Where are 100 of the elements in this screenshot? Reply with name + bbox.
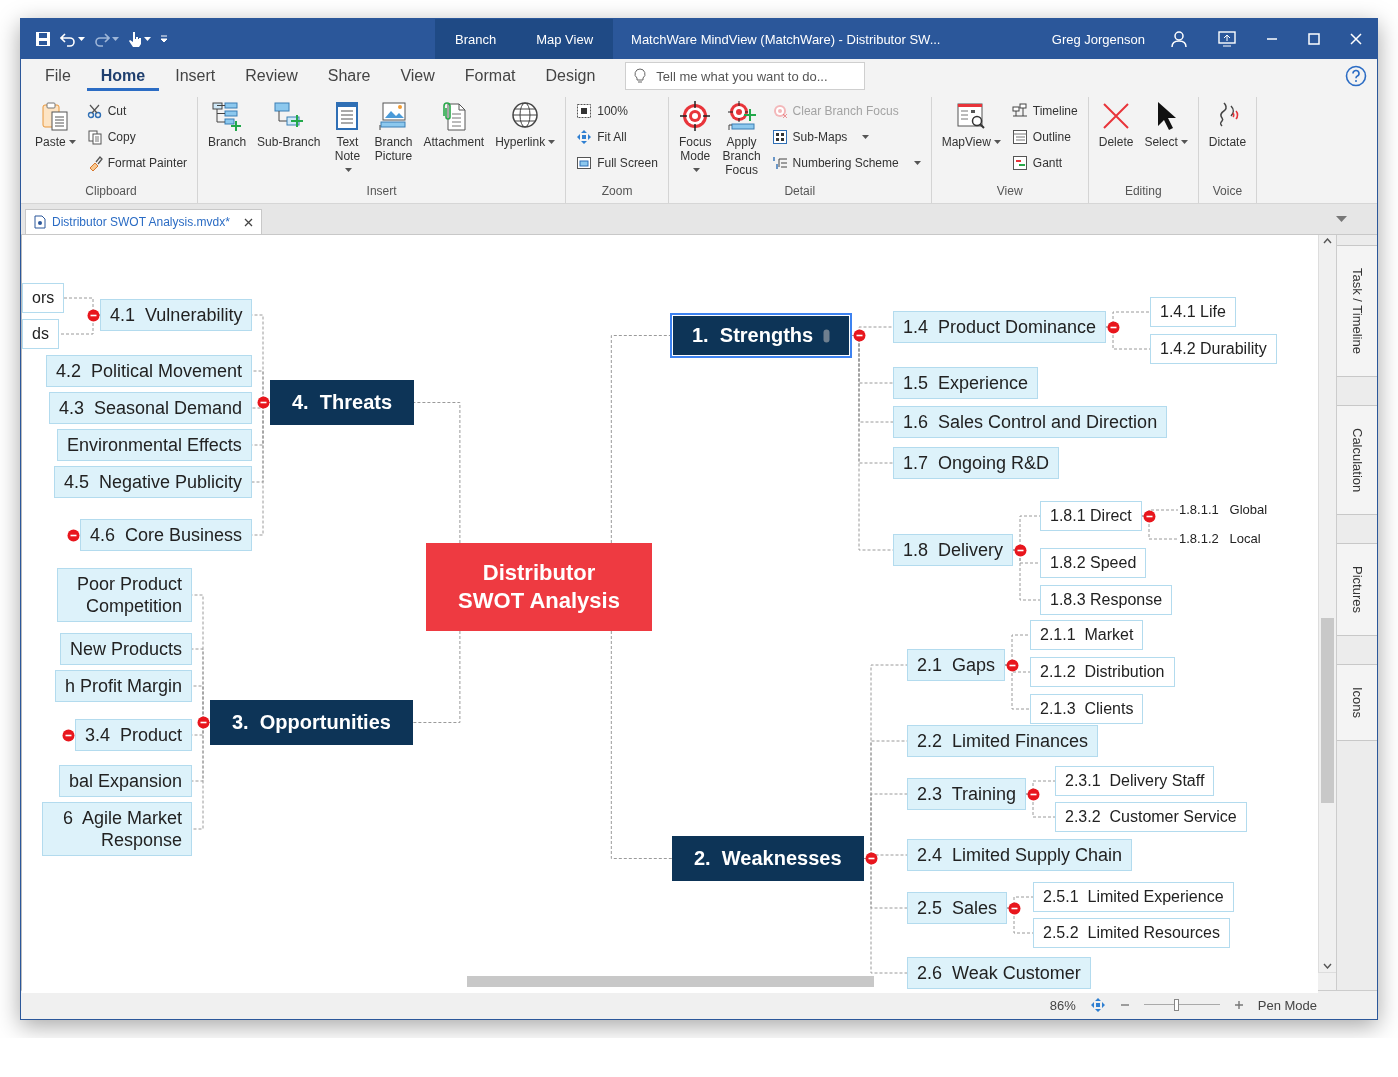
subtopic[interactable]: 2.3 Training <box>907 778 1027 810</box>
ribbon-button[interactable]: Text Note <box>327 97 368 180</box>
subtopic[interactable]: 1.8.1 Direct <box>1040 501 1142 531</box>
subtopic[interactable]: 1.7 Ongoing R&D <box>893 447 1060 479</box>
ribbon-button[interactable]: Numbering Scheme <box>767 151 925 175</box>
ribbon-button[interactable]: Paste <box>31 97 80 152</box>
subtopic[interactable]: 4.6 Core Business <box>80 519 253 551</box>
main-topic[interactable]: 2. Weaknesses <box>672 836 864 881</box>
main-topic[interactable]: 1. Strengths <box>670 313 853 358</box>
ribbon-button[interactable]: Apply Branch Focus <box>718 97 765 180</box>
ribbon-button[interactable]: Branch <box>204 97 251 152</box>
subtopic[interactable]: ds <box>22 319 59 349</box>
ribbon-tab[interactable]: Design <box>531 61 610 91</box>
ribbon-tab[interactable]: File <box>31 61 85 91</box>
collapse-icon[interactable] <box>1026 787 1040 801</box>
subtopic[interactable]: 2.3.2 Customer Service <box>1055 802 1247 832</box>
help-button[interactable] <box>1345 65 1367 87</box>
ribbon-button[interactable]: Focus Mode <box>674 97 716 180</box>
save-button[interactable] <box>33 29 53 49</box>
subtopic[interactable]: 2.6 Weak Customer <box>907 957 1091 989</box>
ribbon-button[interactable]: Copy <box>82 125 192 149</box>
ribbon-button[interactable]: Gantt <box>1007 151 1082 175</box>
ribbon-button[interactable]: Outline <box>1007 125 1082 149</box>
subtopic[interactable]: 2.5 Sales <box>907 892 1008 924</box>
collapse-icon[interactable] <box>1007 901 1021 915</box>
zoom-in-button[interactable] <box>1233 1000 1244 1010</box>
subtopic[interactable]: New Products <box>60 633 193 665</box>
subtopic[interactable]: 2.1 Gaps <box>907 649 1006 681</box>
ribbon-button[interactable]: Hyperlink <box>491 97 560 152</box>
ribbon-button[interactable]: Select <box>1140 97 1192 152</box>
subtopic[interactable]: Environmental Effects <box>57 429 252 461</box>
collapse-icon[interactable] <box>86 308 100 322</box>
customize-button[interactable] <box>158 33 170 45</box>
ribbon-button[interactable]: Branch Picture <box>370 97 417 166</box>
subtopic[interactable]: bal Expansion <box>59 765 193 797</box>
subtopic[interactable]: 2.2 Limited Finances <box>907 725 1099 757</box>
touch-mode-button[interactable] <box>126 29 153 49</box>
collapse-icon[interactable] <box>1005 658 1019 672</box>
subtopic[interactable]: 2.5.1 Limited Experience <box>1033 882 1234 912</box>
subtopic[interactable]: 2.1.3 Clients <box>1030 694 1144 724</box>
ribbon-tab[interactable]: Format <box>450 61 530 91</box>
collapse-icon[interactable] <box>1142 509 1156 523</box>
main-topic[interactable]: 3. Opportunities <box>210 700 413 745</box>
subtopic[interactable]: 4.1 Vulnerability <box>100 299 253 331</box>
subtopic[interactable]: 2.1.2 Distribution <box>1030 657 1175 687</box>
subtopic[interactable]: 2.4 Limited Supply Chain <box>907 839 1133 871</box>
side-panel-tab[interactable]: Pictures <box>1337 543 1377 637</box>
collapse-icon[interactable] <box>864 852 878 865</box>
collapse-icon[interactable] <box>256 396 270 409</box>
scrollbar-thumb[interactable] <box>1321 617 1334 804</box>
ribbon-button[interactable]: Attachment <box>419 97 489 152</box>
subtopic[interactable]: 2.5.2 Limited Resources <box>1033 918 1230 948</box>
collapse-icon[interactable] <box>66 528 80 542</box>
subtopic[interactable]: 6 Agile Market Response <box>42 802 192 856</box>
subtopic[interactable]: 2.3.1 Delivery Staff <box>1055 766 1215 796</box>
subtopic[interactable]: 1.8.2 Speed <box>1040 548 1147 578</box>
zoom-slider-thumb[interactable] <box>1174 999 1180 1011</box>
collapse-icon[interactable] <box>852 329 866 342</box>
central-topic[interactable]: Distributor SWOT Analysis <box>426 543 652 631</box>
subtopic[interactable]: 1.4.1 Life <box>1150 297 1236 327</box>
ribbon-tab[interactable]: View <box>386 61 449 91</box>
main-topic[interactable]: 4. Threats <box>270 380 415 425</box>
ribbon-button[interactable]: MapView <box>937 97 1005 152</box>
side-panel-tab[interactable]: Calculation <box>1337 405 1377 516</box>
subtopic[interactable]: 3.4 Product <box>75 719 193 751</box>
search-field[interactable]: Tell me what you want to do... <box>625 62 866 90</box>
ribbon-tab[interactable]: Review <box>231 61 312 91</box>
fit-button[interactable] <box>1089 997 1106 1013</box>
subtopic[interactable]: ors <box>22 283 65 313</box>
ribbon-button[interactable]: Sub-Maps <box>767 125 925 149</box>
ribbon-button[interactable]: Sub-Branch <box>253 97 325 152</box>
subtopic[interactable]: 1.8.1.2 Local <box>1178 528 1262 550</box>
subtopic[interactable]: Poor Product Competition <box>57 568 192 622</box>
subtopic[interactable]: 1.4.2 Durability <box>1150 334 1277 364</box>
subtopic[interactable]: 1.4 Product Dominance <box>893 311 1107 343</box>
collapse-icon[interactable] <box>1106 320 1120 334</box>
subtopic[interactable]: 1.8 Delivery <box>893 534 1014 566</box>
ribbon-button[interactable]: Format Painter <box>82 151 192 175</box>
ribbon-button[interactable]: 100% <box>572 99 662 123</box>
ribbon-button[interactable]: Dictate <box>1204 97 1251 152</box>
subtopic[interactable]: 4.5 Negative Publicity <box>54 466 253 498</box>
collapse-icon[interactable] <box>1013 543 1027 557</box>
ribbon-button[interactable]: Fit All <box>572 125 662 149</box>
subtopic[interactable]: 4.3 Seasonal Demand <box>49 392 253 424</box>
ribbon-tab[interactable]: Insert <box>161 61 230 91</box>
subtopic[interactable]: 1.6 Sales Control and Direction <box>893 406 1168 438</box>
document-tab[interactable]: Distributor SWOT Analysis.mvdx* <box>25 209 262 234</box>
ribbon-button[interactable]: Timeline <box>1007 99 1082 123</box>
subtopic[interactable]: 1.8.1.1 Global <box>1178 499 1269 521</box>
ribbon-button[interactable]: Full Screen <box>572 151 662 175</box>
subtopic[interactable]: 1.8.3 Response <box>1040 585 1173 615</box>
collapse-icon[interactable] <box>196 716 210 729</box>
ribbon-button[interactable]: Delete <box>1094 97 1138 152</box>
subtopic[interactable]: 2.1.1 Market <box>1030 620 1144 650</box>
contextual-tab[interactable]: Map View <box>516 19 614 59</box>
subtopic[interactable]: 1.5 Experience <box>893 367 1039 399</box>
ribbon-tab[interactable]: Home <box>86 61 160 91</box>
subtopic[interactable]: h Profit Margin <box>55 670 193 702</box>
side-panel-tab[interactable]: Task / Timeline <box>1337 245 1377 377</box>
scrollbar-thumb[interactable] <box>466 976 875 987</box>
